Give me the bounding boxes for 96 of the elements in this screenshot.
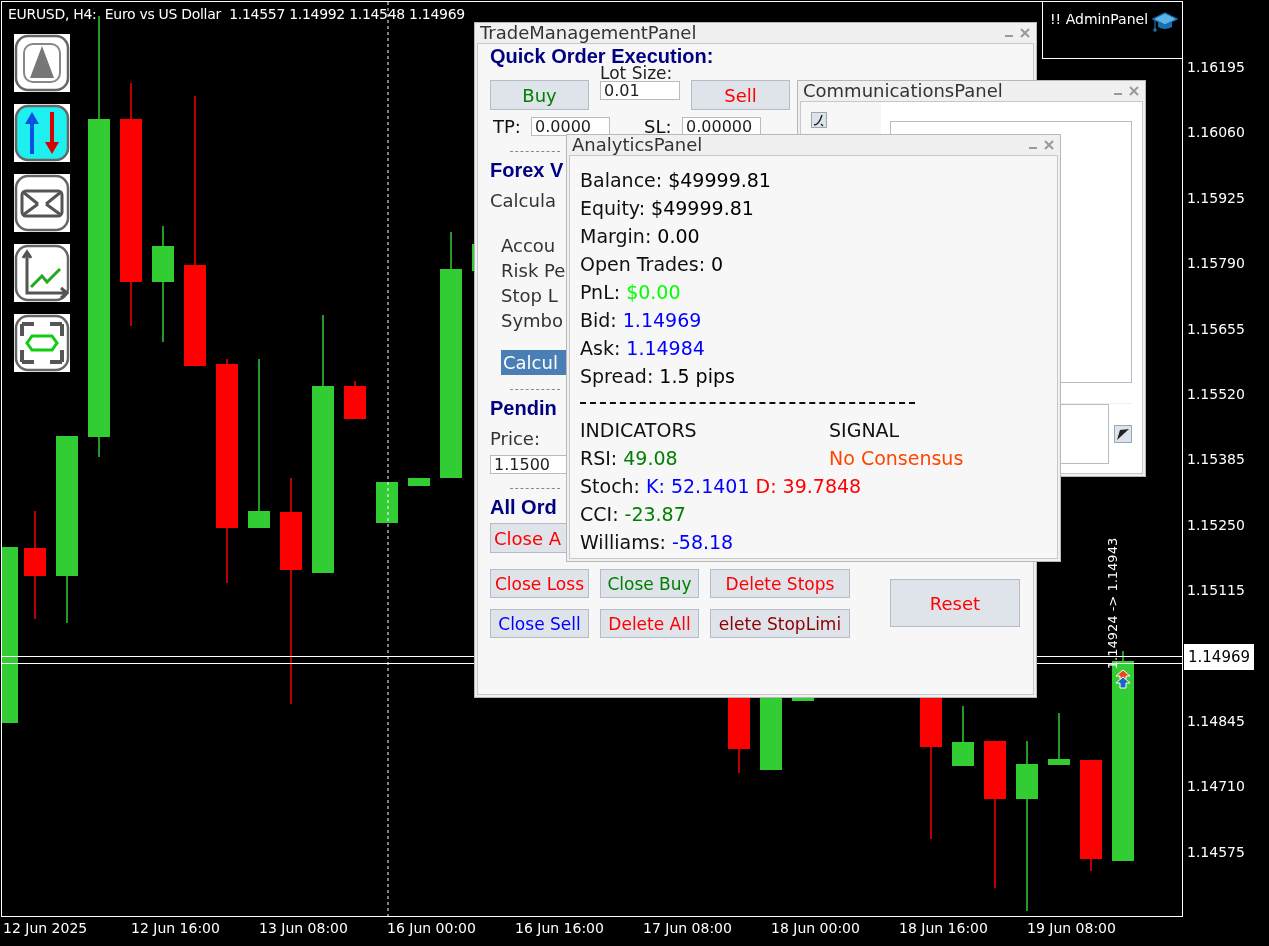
close-all-button[interactable]: Close A	[490, 523, 569, 553]
time-label: 16 Jun 16:00	[514, 920, 605, 936]
column-header: SIGNAL	[829, 418, 901, 443]
column-header: INDICATORS	[580, 418, 698, 443]
price-label: 1.14845	[1187, 713, 1245, 729]
order-button[interactable]: Close Buy	[600, 569, 699, 598]
price-field[interactable]: 1.1500	[490, 455, 569, 474]
indicator-label: CCI:	[580, 502, 619, 527]
candle	[1048, 712, 1070, 766]
time-label: 12 Jun 16:00	[130, 920, 221, 936]
stat-label: Bid:	[580, 308, 617, 333]
stat-value: $49999.81	[651, 196, 754, 221]
order-button[interactable]: Delete Stops	[710, 569, 850, 598]
calculator-field-label: Stop L	[501, 284, 559, 308]
stat-label: Open Trades:	[580, 252, 706, 277]
reset-button[interactable]: Reset	[890, 579, 1020, 627]
window-title: TradeManagementPanel	[480, 23, 697, 43]
line-chart-icon[interactable]	[14, 244, 70, 302]
up-down-arrows-icon[interactable]	[14, 104, 70, 162]
tp-label: TP:	[493, 116, 522, 137]
symbol-info: EURUSD, H4: Euro vs US Dollar 1.14557 1.14992 1.14548 1.14969	[8, 6, 465, 22]
stat-label: Margin:	[580, 224, 652, 249]
indicator-value: -58.18	[671, 530, 734, 555]
window-title: AnalyticsPanel	[572, 135, 703, 155]
expand-icon[interactable]	[14, 314, 70, 372]
stat-label: PnL:	[580, 280, 621, 305]
time-label: 19 Jun 08:00	[1026, 920, 1117, 936]
calculator-field-label: Risk Pe	[501, 259, 566, 283]
price-label: 1.16060	[1187, 124, 1245, 141]
triangle-icon[interactable]	[14, 34, 70, 92]
price-label: 1.14575	[1187, 843, 1245, 860]
stat-value: 1.5 pips	[659, 364, 735, 389]
stat-label: Spread:	[580, 364, 654, 389]
admin-panel-label[interactable]: !! AdminPanel	[1042, 2, 1182, 59]
calculate-button[interactable]: Calcul	[501, 350, 569, 375]
indicator-label: Stoch:	[580, 474, 641, 499]
price-label: 1.15115	[1187, 582, 1245, 599]
order-button[interactable]: Close Loss	[490, 569, 589, 598]
indicator-value: D: 39.7848	[755, 474, 862, 499]
buy-button[interactable]: Buy	[490, 80, 589, 110]
order-button[interactable]: Delete All	[600, 609, 699, 638]
current-price-label: 1.14969	[1184, 644, 1254, 670]
candle	[952, 705, 974, 767]
lot-size-field[interactable]: 0.01	[600, 81, 680, 100]
time-label: 17 Jun 08:00	[642, 920, 733, 936]
time-label: 18 Jun 00:00	[770, 920, 861, 936]
price-label: 1.15655	[1187, 320, 1245, 337]
lot-size-label: Lot Size:	[600, 65, 673, 81]
graduation-cap-icon	[1152, 11, 1179, 33]
indicator-label: RSI:	[580, 446, 618, 471]
stat-label: Ask:	[580, 336, 621, 361]
calculator-field-label: Accou	[501, 234, 557, 258]
order-button[interactable]: Close Sell	[490, 609, 589, 638]
stat-value: $49999.81	[668, 168, 771, 193]
trade-arrows-icon	[1114, 668, 1132, 690]
stat-value: 0.00	[657, 224, 700, 249]
stat-value: 1.14984	[626, 336, 705, 361]
sell-button[interactable]: Sell	[691, 80, 790, 110]
candle	[344, 380, 366, 420]
indicator-label: Williams:	[580, 530, 666, 555]
price-label: 1.15790	[1187, 255, 1245, 272]
window-title: CommunicationsPanel	[803, 81, 1003, 101]
candle	[376, 481, 398, 524]
section-heading: Forex V	[490, 158, 564, 182]
signal-value: No Consensus	[829, 446, 965, 471]
calculator-label: Calcula	[490, 189, 556, 213]
stat-value: 0	[711, 252, 724, 277]
time-label: 12 Jun 2025	[2, 920, 89, 936]
envelope-icon[interactable]	[14, 174, 70, 232]
stat-label: Equity:	[580, 196, 646, 221]
price-label: 1.15925	[1187, 189, 1245, 206]
price-label: 1.15385	[1187, 451, 1245, 468]
time-label: 13 Jun 08:00	[258, 920, 349, 936]
calculator-field-label: Symbo	[501, 309, 565, 333]
indicator-value: K: 52.1401	[646, 474, 750, 499]
price-label: 1.15520	[1187, 386, 1245, 402]
section-heading: Pendin	[490, 396, 557, 420]
trade-line-label: 1.14924 -> 1.14943	[1104, 536, 1120, 672]
candle	[408, 477, 430, 487]
time-label: 16 Jun 00:00	[386, 920, 477, 936]
sl-label: SL:	[644, 116, 673, 137]
stat-label: Balance:	[580, 168, 663, 193]
edit-icon[interactable]	[811, 112, 827, 128]
price-label: 1.14710	[1187, 778, 1245, 795]
send-icon[interactable]	[1114, 425, 1132, 443]
stat-value: 1.14969	[622, 308, 702, 333]
stat-value: $0.00	[626, 280, 681, 305]
tp-field[interactable]: 0.0000	[531, 117, 610, 136]
price-label: Price:	[490, 427, 540, 451]
indicator-value: 49.08	[623, 446, 678, 471]
price-label: 1.16195	[1187, 59, 1245, 75]
section-heading: All Ord	[490, 495, 557, 519]
price-label: 1.15250	[1187, 516, 1245, 533]
order-button[interactable]: elete StopLimi	[710, 609, 850, 638]
indicator-value: -23.87	[624, 502, 686, 527]
time-label: 18 Jun 16:00	[898, 920, 989, 936]
